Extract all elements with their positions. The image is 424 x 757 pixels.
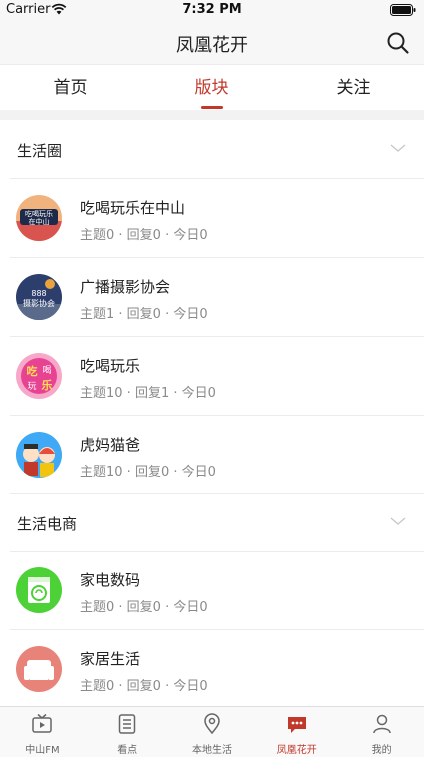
forum-name: 家居生活: [80, 650, 141, 668]
tv-icon: [32, 713, 53, 733]
document-icon: [118, 714, 136, 734]
forum-name: 虎妈猫爸: [80, 436, 141, 454]
forum-avatar: 吃喝玩乐 在中山: [16, 195, 62, 241]
svg-text:喝: 喝: [42, 365, 51, 376]
forum-name: 广播摄影协会: [80, 278, 171, 296]
svg-text:在中山: 在中山: [29, 217, 50, 226]
active-tab-indicator: [200, 106, 223, 109]
tabbar-item-me[interactable]: 我的: [339, 707, 424, 757]
search-icon[interactable]: [386, 31, 410, 55]
chevron-down-icon: [390, 517, 406, 525]
forum-name: 家电数码: [80, 571, 141, 589]
tabbar-label: 中山FM: [25, 745, 60, 756]
list-item[interactable]: 虎妈猫爸 主题10 · 回复0 · 今日0: [0, 416, 424, 494]
tabbar-item-news[interactable]: 看点: [85, 707, 170, 757]
status-bar: Carrier 7:32 PM: [0, 0, 424, 20]
list-item[interactable]: 吃喝玩乐 在中山 吃喝玩乐在中山 主题0 · 回复0 · 今日0: [0, 179, 424, 257]
tab-label: 关注: [336, 78, 371, 98]
section-header-ecommerce[interactable]: 生活电商: [0, 493, 424, 551]
tab-forums[interactable]: 版块: [141, 65, 282, 111]
forum-stats: 主题10 · 回复1 · 今日0: [80, 386, 216, 401]
svg-text:乐: 乐: [42, 378, 53, 392]
separator: [0, 110, 424, 120]
person-icon: [372, 714, 391, 734]
location-pin-icon: [204, 713, 220, 735]
list-item[interactable]: 888 摄影协会 广播摄影协会 主题1 · 回复0 · 今日0: [0, 258, 424, 336]
bottom-tab-bar: 中山FM 看点 本地生活 凤凰花开 我的: [0, 706, 424, 757]
list-item[interactable]: 吃 喝 玩 乐 吃喝玩乐 主题10 · 回复1 · 今日0: [0, 337, 424, 415]
forum-avatar: [16, 567, 62, 613]
forum-list: 生活圈 吃喝玩乐 在中山 吃喝玩乐在中山 主题0 · 回复0 · 今日0 888: [0, 120, 424, 706]
tab-label: 版块: [194, 78, 229, 98]
tabbar-item-local[interactable]: 本地生活: [170, 707, 255, 757]
forum-name: 吃喝玩乐: [80, 357, 141, 375]
tabbar-label: 凤凰花开: [276, 745, 317, 756]
forum-stats: 主题1 · 回复0 · 今日0: [80, 307, 208, 322]
forum-stats: 主题10 · 回复0 · 今日0: [80, 465, 216, 480]
forum-stats: 主题0 · 回复0 · 今日0: [80, 679, 208, 694]
forum-avatar: [16, 646, 62, 692]
svg-text:吃: 吃: [27, 364, 38, 378]
svg-text:摄影协会: 摄影协会: [23, 298, 55, 308]
forum-stats: 主题0 · 回复0 · 今日0: [80, 600, 208, 615]
tabbar-label: 我的: [371, 745, 392, 756]
tabbar-label: 看点: [117, 745, 138, 756]
battery-icon: [390, 4, 416, 16]
chat-bubble-icon: [287, 717, 306, 733]
forum-avatar: 888 摄影协会: [16, 274, 62, 320]
chevron-down-icon: [390, 144, 406, 152]
tab-label: 首页: [53, 78, 88, 98]
tab-home[interactable]: 首页: [0, 65, 141, 111]
status-time: 7:32 PM: [182, 2, 242, 17]
section-header-life-circle[interactable]: 生活圈: [0, 120, 424, 178]
forum-name: 吃喝玩乐在中山: [80, 199, 186, 217]
tabbar-label: 本地生活: [191, 745, 232, 756]
tabbar-item-community[interactable]: 凤凰花开: [254, 707, 339, 757]
tabbar-item-fm[interactable]: 中山FM: [0, 707, 85, 757]
svg-text:玩: 玩: [27, 381, 36, 392]
section-title: 生活圈: [17, 142, 63, 160]
forum-avatar: 吃 喝 玩 乐: [16, 353, 62, 399]
forum-stats: 主题0 · 回复0 · 今日0: [80, 228, 208, 243]
list-item[interactable]: 家电数码 主题0 · 回复0 · 今日0: [0, 551, 424, 629]
list-item[interactable]: 家居生活 主题0 · 回复0 · 今日0: [0, 630, 424, 706]
section-title: 生活电商: [17, 515, 78, 533]
forum-avatar: [16, 432, 62, 478]
page-title: 凤凰花开: [176, 35, 248, 56]
tab-follow[interactable]: 关注: [283, 65, 424, 111]
nav-bar: 凤凰花开: [0, 20, 424, 64]
svg-text:888: 888: [31, 289, 46, 298]
svg-text:吃喝玩乐: 吃喝玩乐: [25, 209, 53, 218]
top-tabs: 首页 版块 关注: [0, 64, 424, 110]
